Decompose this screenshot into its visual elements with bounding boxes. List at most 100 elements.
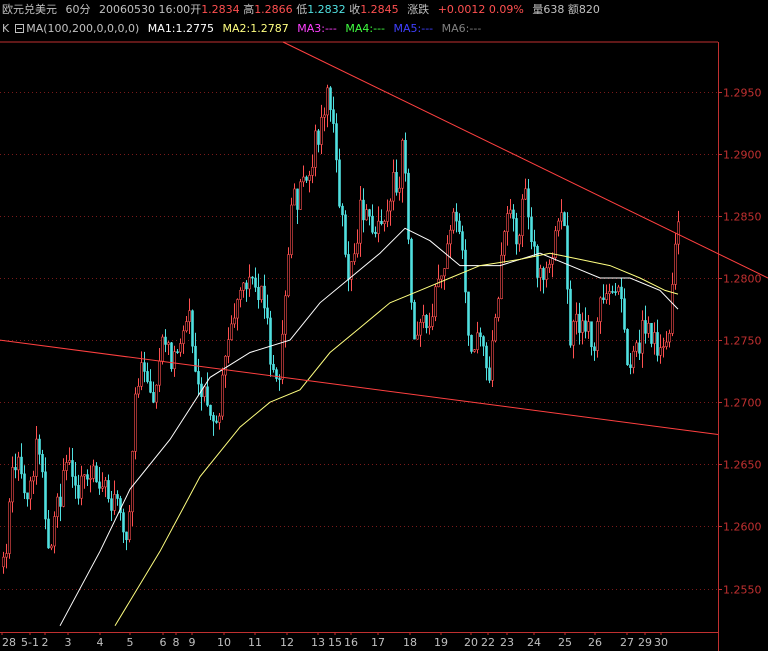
candle-body — [278, 378, 281, 380]
y-tick-label: 1.2750 — [723, 335, 762, 348]
candle-body — [440, 275, 443, 280]
candle-body — [284, 295, 287, 335]
candle-body — [647, 322, 650, 334]
candle-body — [503, 231, 506, 256]
x-tick-label: 3 — [65, 636, 72, 649]
candle-body — [161, 336, 164, 362]
ma1-line — [59, 227, 679, 627]
x-tick-label: 26 — [588, 636, 602, 649]
candle-body — [68, 460, 71, 463]
candle-body — [608, 291, 611, 294]
candle-body — [89, 478, 92, 480]
candle-body — [140, 362, 143, 387]
candle-body — [29, 480, 32, 500]
candle-body — [644, 320, 647, 334]
candle-body — [164, 336, 167, 345]
price-chart[interactable]: 1.2950 1.2900 1.2850 1.2800 1.2750 1.2700 1.26… — [0, 0, 768, 651]
candle-body — [512, 209, 515, 219]
candle-body — [554, 230, 557, 258]
x-tick-label: 29 — [638, 636, 652, 649]
candle-body — [581, 320, 584, 333]
candle-body — [626, 329, 629, 366]
candle-body — [2, 556, 5, 568]
candle-body — [479, 332, 482, 337]
candle-body — [167, 342, 170, 345]
candle-body — [182, 330, 185, 344]
candle-body — [362, 199, 365, 221]
candle-body — [185, 321, 188, 332]
candle-body — [566, 225, 569, 290]
candle-body — [425, 315, 428, 329]
candle-body — [413, 302, 416, 340]
candle-body — [98, 481, 101, 489]
candle-body — [458, 220, 461, 232]
candle-body — [122, 512, 125, 533]
ma2-line — [114, 252, 679, 627]
candle-body — [299, 181, 302, 210]
candle-body — [428, 326, 431, 329]
y-tick-label: 1.2950 — [723, 87, 762, 100]
candle-body — [248, 276, 251, 290]
candle-body — [638, 342, 641, 354]
candle-body — [635, 342, 638, 352]
candle-body — [533, 241, 536, 247]
candle-body — [410, 238, 413, 303]
candle-body — [212, 415, 215, 422]
candle-body — [14, 467, 17, 471]
candle-body — [128, 511, 131, 541]
candle-body — [344, 214, 347, 255]
candle-body — [365, 209, 368, 221]
candle-body — [530, 216, 533, 242]
candle-body — [617, 286, 620, 292]
candle-body — [50, 545, 53, 549]
candle-body — [602, 297, 605, 300]
candle-body — [377, 220, 380, 234]
candle-body — [590, 321, 593, 348]
candle-body — [245, 282, 248, 290]
candle-body — [302, 176, 305, 183]
candle-body — [485, 345, 488, 369]
x-tick-label: 9 — [189, 636, 196, 649]
candle-body — [593, 346, 596, 351]
candle-body — [548, 263, 551, 269]
candle-body — [38, 438, 41, 455]
candle-body — [656, 332, 659, 356]
candle-body — [266, 307, 269, 319]
candle-body — [629, 364, 632, 368]
candle-body — [401, 140, 404, 189]
candle-body — [506, 213, 509, 232]
x-tick-label: 8 — [173, 636, 180, 649]
candle-body — [521, 198, 524, 236]
candle-body — [134, 393, 137, 452]
candle-body — [191, 310, 194, 347]
candle-body — [32, 476, 35, 482]
candle-body — [560, 212, 563, 222]
candle-body — [74, 476, 77, 486]
support-trendline[interactable] — [0, 339, 719, 436]
candle-body — [296, 188, 299, 210]
candle-body — [86, 474, 89, 480]
descending-trendline[interactable] — [282, 41, 768, 279]
x-tick-label: 5 — [127, 636, 134, 649]
candle-body — [557, 220, 560, 232]
candle-body — [269, 317, 272, 365]
candle-body — [308, 175, 311, 181]
candle-body — [665, 341, 668, 347]
x-tick-label: 11 — [248, 636, 262, 649]
candle-body — [131, 451, 134, 513]
candle-body — [614, 291, 617, 293]
candle-body — [632, 350, 635, 368]
candle-body — [77, 484, 80, 499]
y-tick-label: 1.2850 — [723, 211, 762, 224]
candle-body — [476, 332, 479, 350]
candle-body — [356, 242, 359, 255]
x-tick-label: 12 — [280, 636, 294, 649]
candle-body — [524, 188, 527, 200]
candle-body — [71, 460, 74, 477]
x-tick-label: 13 — [311, 636, 325, 649]
candle-body — [311, 166, 314, 176]
candle-body — [11, 467, 14, 503]
candle-body — [116, 494, 119, 499]
candle-body — [263, 285, 266, 309]
candle-body — [542, 268, 545, 280]
